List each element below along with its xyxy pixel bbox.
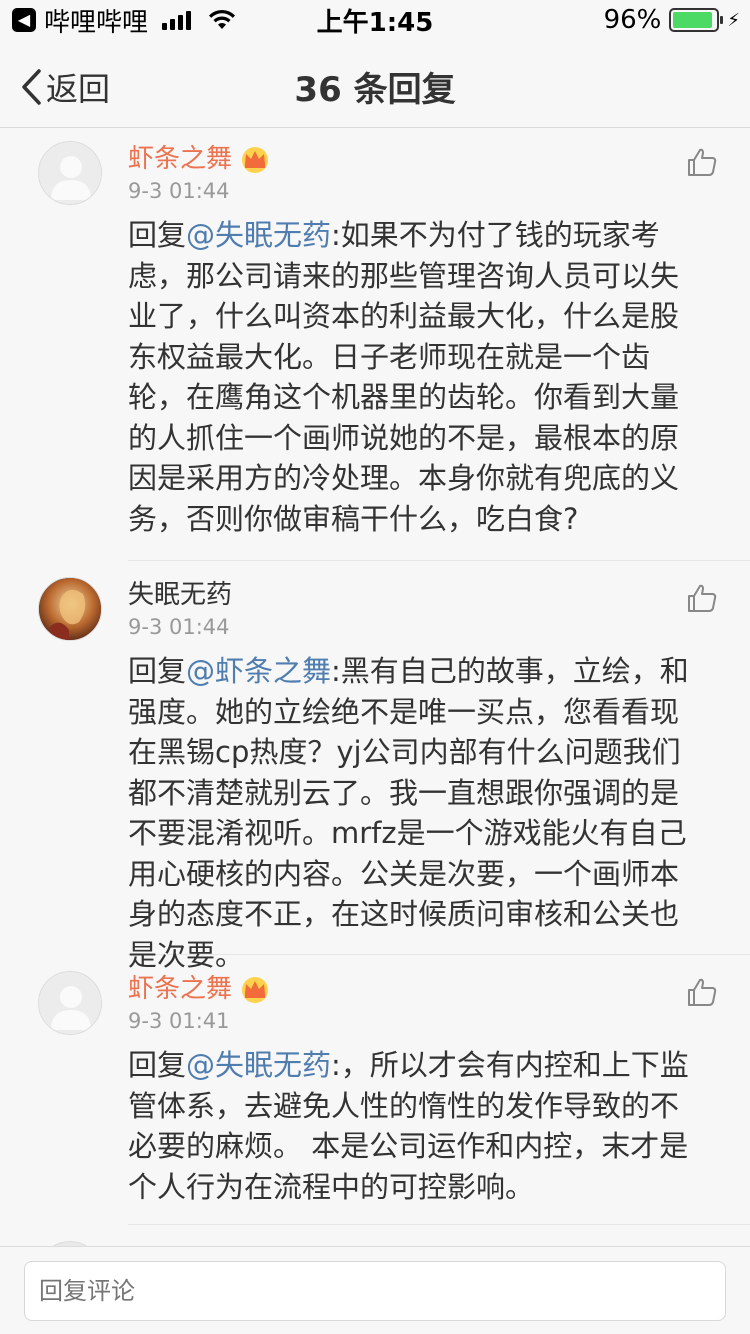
mention-link[interactable]: @失眠无药 (186, 1048, 331, 1082)
avatar[interactable] (38, 141, 102, 205)
timestamp: 9-3 01:44 (128, 615, 230, 639)
comment-text: 回复@失眠无药:如果不为付了钱的玩家考虑，那公司请来的那些管理咨询人员可以失业了… (128, 218, 680, 536)
vip-crown-icon (242, 147, 269, 173)
reply-bar (0, 1246, 750, 1334)
mention-link[interactable]: @虾条之舞 (186, 654, 331, 688)
status-bar: ◀ 哔哩哔哩 上午1:45 96% ⚡ (0, 0, 750, 40)
page-title: 36 条回复 (294, 70, 456, 110)
timestamp: 9-3 01:44 (128, 179, 230, 203)
comment-text: 回复@失眠无药:，所以才会有内控和上下监管体系，去避免人性的惰性的发作导致的不必… (128, 1048, 689, 1204)
user-avatar-icon (39, 578, 101, 640)
comment-list[interactable]: 虾条之舞 9-3 01:44 回复@失眠无药:如果不为付了钱的玩家考虑，那公司请… (0, 129, 750, 1246)
timestamp: 9-3 01:41 (128, 1009, 230, 1033)
reply-comment-input[interactable] (24, 1261, 726, 1321)
like-icon[interactable] (686, 977, 718, 1007)
vip-crown-icon (242, 977, 269, 1003)
like-icon[interactable] (686, 583, 718, 613)
comment-item: 虾条之舞 9-3 01:44 回复@失眠无药:如果不为付了钱的玩家考虑，那公司请… (0, 129, 750, 560)
like-icon[interactable] (686, 147, 718, 177)
nav-bar: 返回 36 条回复 (0, 40, 750, 128)
username[interactable]: 虾条之舞 (128, 971, 706, 1007)
username[interactable]: 失眠无药 (128, 577, 706, 613)
default-avatar-icon (39, 142, 101, 204)
comment-item-partial (0, 1225, 750, 1246)
username[interactable]: 虾条之舞 (128, 141, 706, 177)
default-avatar-icon (39, 972, 101, 1034)
avatar[interactable] (38, 971, 102, 1035)
battery-icon (669, 8, 724, 32)
battery-percent: 96% (603, 5, 662, 35)
comment-item: 失眠无药 9-3 01:44 回复@虾条之舞:黑有自己的故事，立绘，和强度。她的… (0, 561, 750, 972)
charging-bolt-icon: ⚡ (727, 9, 740, 31)
comment-item: 虾条之舞 9-3 01:41 回复@失眠无药:，所以才会有内控和上下监管体系，去… (0, 955, 750, 1224)
comment-text: 回复@虾条之舞:黑有自己的故事，立绘，和强度。她的立绘绝不是唯一买点，您看看现在… (128, 654, 689, 972)
mention-link[interactable]: @失眠无药 (186, 218, 331, 252)
avatar[interactable] (38, 577, 102, 641)
